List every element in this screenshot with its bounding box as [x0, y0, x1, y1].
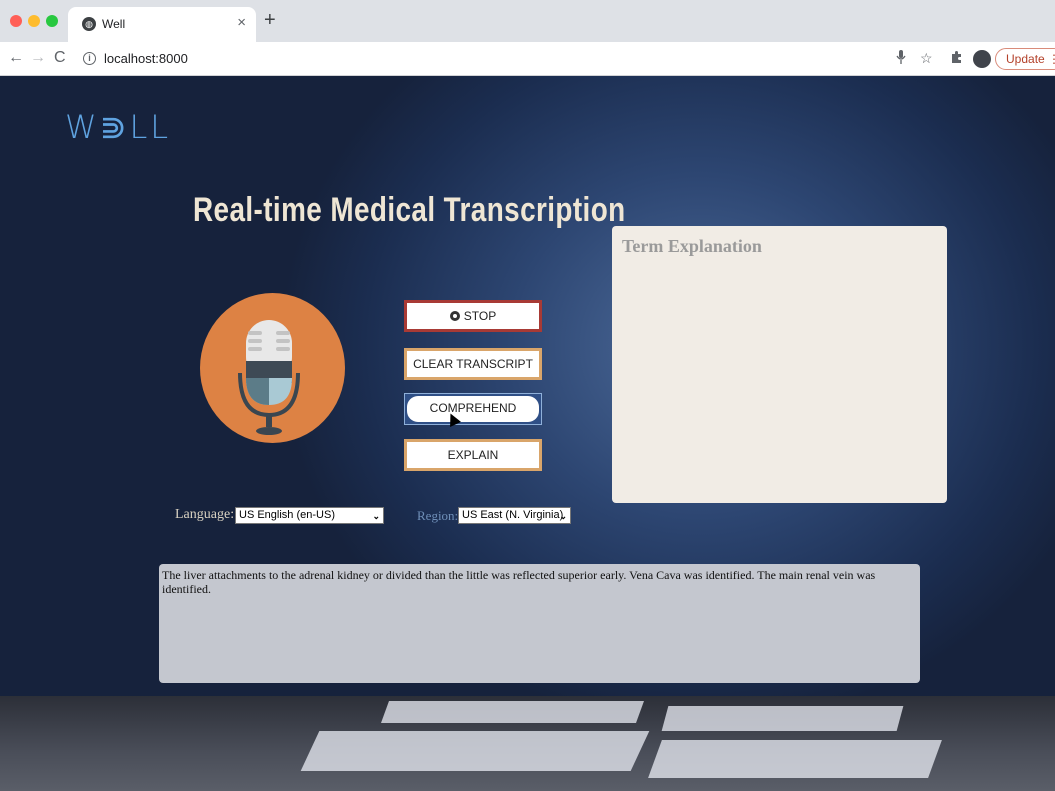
microphone-icon — [238, 320, 300, 435]
language-select[interactable]: US English (en-US) ⌄ — [235, 507, 384, 524]
extensions-puzzle-icon[interactable] — [950, 50, 963, 66]
tab-close-icon[interactable]: × — [237, 14, 246, 31]
language-selected: US English (en-US) — [239, 509, 335, 521]
update-button[interactable]: Update ⋮ — [995, 48, 1055, 70]
transcript-textarea[interactable]: The liver attachments to the adrenal kid… — [159, 564, 920, 683]
bookmark-star-icon[interactable]: ☆ — [920, 50, 933, 66]
minimize-window-button[interactable] — [28, 15, 40, 27]
stop-label: STOP — [463, 309, 497, 323]
light-patch — [300, 731, 650, 771]
region-label: Region: — [417, 508, 459, 523]
stop-button[interactable]: STOP — [404, 300, 542, 332]
globe-icon: ◍ — [82, 17, 96, 31]
term-explanation-title: Term Explanation — [622, 236, 762, 256]
address-bar[interactable]: localhost:8000 — [104, 51, 188, 66]
close-window-button[interactable] — [10, 15, 22, 27]
info-icon[interactable]: i — [83, 52, 96, 65]
term-explanation-panel: Term Explanation — [612, 226, 947, 503]
region-selected: US East (N. Virginia) — [462, 509, 564, 521]
browser-tab-bar: ◍ Well × + — [0, 0, 1055, 42]
page-content: W⋑LL Real-time Medical Transcription STO… — [0, 76, 1055, 791]
reload-icon[interactable]: C — [54, 49, 66, 67]
new-tab-button[interactable]: + — [264, 10, 276, 30]
clear-transcript-button[interactable]: CLEAR TRANSCRIPT — [404, 348, 542, 380]
back-arrow-icon[interactable]: ← — [8, 49, 24, 67]
comprehend-label: COMPREHEND — [407, 396, 539, 422]
maximize-window-button[interactable] — [46, 15, 58, 27]
language-label: Language: — [175, 507, 235, 522]
update-label: Update — [1006, 52, 1045, 66]
light-patch — [648, 740, 942, 778]
menu-dots-icon: ⋮ — [1048, 52, 1055, 66]
browser-toolbar: ← → C i localhost:8000 ☆ Update ⋮ — [0, 42, 1055, 76]
chevron-down-icon: ⌄ — [559, 511, 567, 521]
profile-avatar[interactable] — [973, 50, 991, 68]
tab-title: Well — [102, 17, 126, 31]
microphone-illustration — [200, 293, 345, 443]
well-logo: W⋑LL — [65, 108, 172, 146]
region-select[interactable]: US East (N. Virginia) ⌄ — [458, 507, 571, 524]
comprehend-button[interactable]: COMPREHEND — [404, 393, 542, 425]
explain-button[interactable]: EXPLAIN — [404, 439, 542, 471]
light-patch — [661, 706, 904, 731]
microphone-icon[interactable] — [896, 50, 906, 67]
browser-tab[interactable]: ◍ Well × — [68, 7, 256, 42]
light-patch — [380, 701, 645, 723]
forward-arrow-icon[interactable]: → — [30, 49, 46, 67]
page-title: Real-time Medical Transcription — [193, 191, 626, 229]
chevron-down-icon: ⌄ — [372, 511, 380, 521]
record-circle-icon — [449, 311, 460, 321]
